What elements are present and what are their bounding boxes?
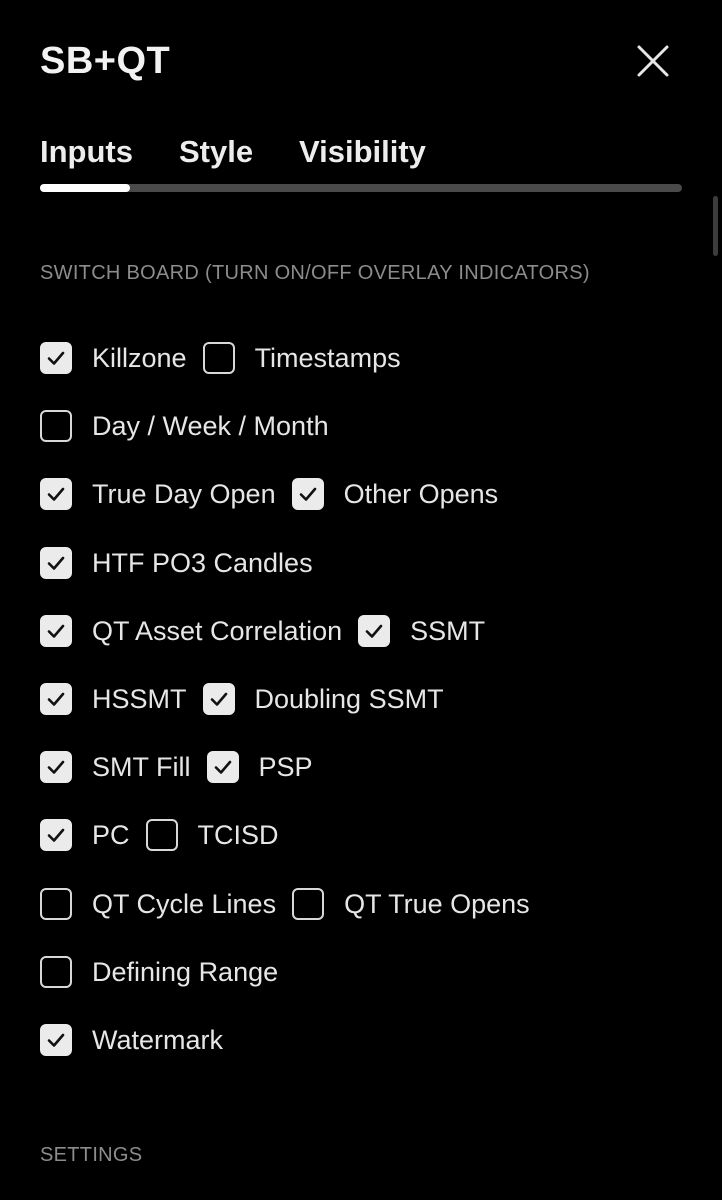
option-label: HSSMT [92, 683, 187, 714]
checkbox[interactable] [40, 615, 72, 647]
option-label: Day / Week / Month [92, 410, 329, 441]
option-killzone[interactable]: Killzone [40, 342, 187, 374]
option-label: True Day Open [92, 478, 276, 509]
option-row: HSSMT Doubling SSMT [40, 679, 460, 719]
option-label: QT Asset Correlation [92, 615, 343, 646]
option-day-week-month[interactable]: Day / Week / Month [40, 410, 329, 442]
checkbox[interactable] [40, 410, 72, 442]
option-smt-fill[interactable]: SMT Fill [40, 751, 191, 783]
dialog-header: SB+QT [40, 36, 682, 86]
option-defining-range[interactable]: Defining Range [40, 956, 278, 988]
check-icon [47, 692, 65, 706]
check-icon [210, 692, 227, 706]
close-button[interactable] [636, 44, 670, 78]
option-watermark[interactable]: Watermark [40, 1024, 223, 1056]
tab-track [40, 184, 682, 192]
option-label: SMT Fill [92, 751, 191, 782]
option-qt-asset-correlation[interactable]: QT Asset Correlation [40, 615, 342, 647]
check-icon [299, 487, 316, 501]
option-label: PC [92, 819, 130, 850]
option-label: SSMT [410, 615, 486, 646]
checkbox[interactable] [40, 683, 72, 715]
checkbox[interactable] [202, 342, 235, 374]
tab-visibility[interactable]: Visibility [299, 134, 426, 170]
option-row: QT Asset Correlation SSMT [40, 611, 501, 651]
check-icon [365, 624, 383, 638]
option-hssmt[interactable]: HSSMT [40, 683, 187, 715]
checkbox[interactable] [145, 819, 178, 851]
checkbox[interactable] [40, 888, 72, 920]
checkbox[interactable] [292, 888, 325, 920]
option-true-day-open[interactable]: True Day Open [40, 478, 276, 510]
option-label: Timestamps [254, 342, 401, 373]
tab-inputs[interactable]: Inputs [40, 134, 133, 170]
option-doubling-ssmt[interactable]: Doubling SSMT [202, 683, 444, 715]
checkbox[interactable] [40, 342, 72, 374]
check-icon [47, 760, 65, 774]
option-row: Defining Range [40, 952, 294, 992]
option-row: SMT Fill PSP [40, 747, 329, 787]
close-icon [637, 45, 669, 77]
option-htf-po3-candles[interactable]: HTF PO3 Candles [40, 547, 313, 579]
option-qt-true-opens[interactable]: QT True Opens [292, 888, 530, 920]
checkbox[interactable] [40, 956, 72, 988]
option-label: TCISD [197, 819, 279, 850]
option-row: True Day Open Other Opens [40, 474, 514, 514]
option-timestamps[interactable]: Timestamps [202, 342, 401, 374]
check-icon [47, 556, 65, 570]
option-label: QT True Opens [344, 888, 530, 919]
option-row: Watermark [40, 1020, 239, 1060]
tab-style[interactable]: Style [179, 134, 253, 170]
switch-board-heading: SWITCH BOARD (TURN ON/OFF OVERLAY INDICA… [40, 262, 590, 284]
checkbox[interactable] [202, 683, 235, 715]
check-icon [214, 760, 231, 774]
option-pc[interactable]: PC [40, 819, 130, 851]
checkbox[interactable] [40, 547, 72, 579]
check-icon [47, 1033, 65, 1047]
option-row: QT Cycle Lines QT True Opens [40, 884, 546, 924]
dialog-title: SB+QT [40, 40, 171, 82]
option-label: PSP [258, 751, 313, 782]
option-other-opens[interactable]: Other Opens [291, 478, 499, 510]
option-label: HTF PO3 Candles [92, 547, 313, 578]
option-row: Killzone Timestamps [40, 338, 417, 378]
option-label: Watermark [92, 1024, 224, 1055]
check-icon [47, 351, 65, 365]
active-tab-indicator [40, 184, 130, 192]
checkbox[interactable] [40, 1024, 72, 1056]
checkbox[interactable] [358, 615, 391, 647]
option-row: HTF PO3 Candles [40, 543, 329, 583]
option-qt-cycle-lines[interactable]: QT Cycle Lines [40, 888, 276, 920]
checkbox[interactable] [40, 819, 72, 851]
option-label: Defining Range [92, 956, 279, 987]
option-tcisd[interactable]: TCISD [145, 819, 279, 851]
check-icon [47, 487, 65, 501]
checkbox[interactable] [40, 478, 72, 510]
option-row: Day / Week / Month [40, 406, 345, 446]
checkbox[interactable] [40, 751, 72, 783]
option-label: QT Cycle Lines [92, 888, 277, 919]
check-icon [47, 828, 65, 842]
checkbox[interactable] [206, 751, 239, 783]
option-label: Other Opens [343, 478, 499, 509]
scrollbar[interactable] [713, 196, 718, 256]
option-ssmt[interactable]: SSMT [358, 615, 485, 647]
option-psp[interactable]: PSP [206, 751, 313, 783]
option-label: Killzone [92, 342, 187, 373]
option-row: PC TCISD [40, 815, 295, 855]
settings-heading: SETTINGS [40, 1144, 143, 1166]
option-label: Doubling SSMT [254, 683, 444, 714]
checkbox[interactable] [291, 478, 324, 510]
check-icon [47, 624, 65, 638]
